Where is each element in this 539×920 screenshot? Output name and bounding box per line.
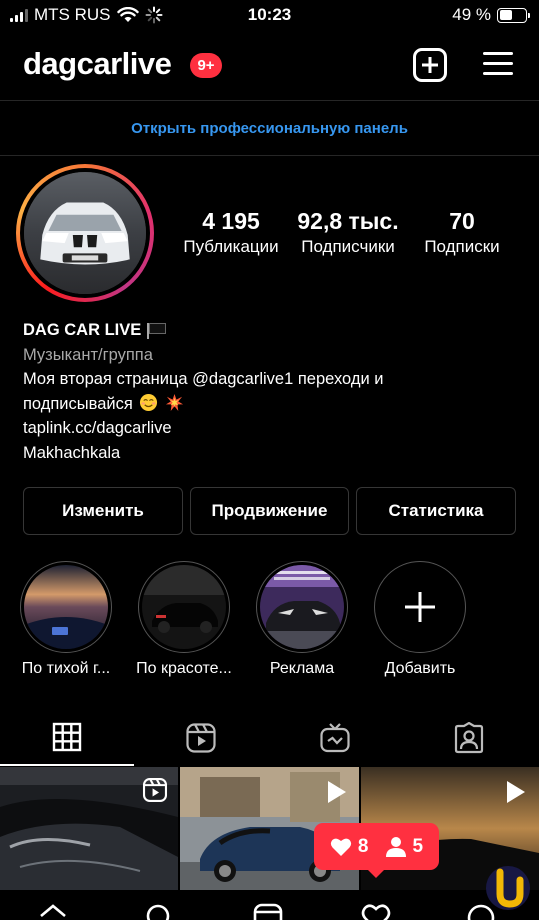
status-bar: MTS RUS 10:23 49 %: [0, 0, 539, 32]
highlight-label: По тихой г...: [21, 660, 111, 677]
highlight-label: По красоте...: [136, 660, 232, 677]
add-highlight-plus-icon: [374, 561, 466, 653]
bio-location[interactable]: Makhachkala: [23, 441, 523, 466]
add-highlight[interactable]: Добавить: [361, 561, 479, 678]
heart-icon: [330, 838, 352, 856]
person-icon: [385, 836, 406, 857]
bio-line-1: Моя вторая страница @dagcarlive1 переход…: [23, 370, 384, 388]
posts-count-value: 4 195: [202, 208, 260, 234]
likes-count: 8: [357, 835, 369, 857]
battery-percent: 49 %: [452, 5, 491, 24]
insights-button[interactable]: Статистика: [356, 487, 516, 535]
igtv-icon: [320, 723, 350, 753]
play-icon: [328, 781, 346, 803]
tab-tagged[interactable]: [402, 710, 536, 766]
grid-icon: [52, 722, 82, 752]
professional-dashboard-label: Открыть профессиональную панель: [131, 119, 408, 137]
followers-count-value: 92,8 тыс.: [297, 208, 399, 234]
posts-count-label: Публикации: [183, 237, 279, 256]
posts-count[interactable]: 4 195 Публикации: [176, 208, 286, 257]
highlight-item[interactable]: По красоте...: [125, 561, 243, 678]
notification-badge[interactable]: 9+: [190, 53, 222, 78]
reels-icon: [142, 777, 168, 803]
black-flag-icon: [147, 323, 167, 340]
highlight-cover-image: [24, 565, 108, 649]
profile-avatar[interactable]: [16, 164, 154, 302]
bio-link[interactable]: taplink.cc/dagcarlive: [23, 416, 523, 441]
reels-icon: [186, 723, 216, 753]
profile-bio: DAG CAR LIVE Музыкант/группа Моя вторая …: [23, 318, 523, 465]
activity-popup[interactable]: 8 5: [314, 823, 439, 878]
promote-button[interactable]: Продвижение: [190, 487, 349, 535]
highlight-cover-image: [142, 565, 226, 649]
tab-igtv[interactable]: [268, 710, 402, 766]
home-icon[interactable]: [38, 903, 68, 920]
menu-button[interactable]: [483, 48, 517, 82]
display-name: DAG CAR LIVE: [23, 321, 142, 339]
professional-dashboard-link[interactable]: Открыть профессиональную панель: [0, 100, 539, 156]
edit-profile-button[interactable]: Изменить: [23, 487, 183, 535]
activity-heart-icon[interactable]: [361, 903, 391, 920]
following-count[interactable]: 70 Подписки: [410, 208, 514, 257]
highlight-label: Реклама: [269, 660, 335, 677]
following-count-label: Подписки: [424, 237, 500, 256]
reels-nav-icon[interactable]: [253, 903, 283, 920]
tagged-icon: [454, 722, 484, 754]
watermark-logo-icon: [486, 866, 530, 910]
create-post-button[interactable]: [413, 48, 447, 82]
following-count-value: 70: [449, 208, 475, 234]
play-icon: [507, 781, 525, 803]
tab-posts-grid[interactable]: [0, 710, 134, 766]
new-followers-count: 5: [412, 835, 424, 857]
profile-category: Музыкант/группа: [23, 345, 153, 364]
bio-line-2-row: подписывайся: [23, 392, 523, 417]
bio-line-2: подписывайся: [23, 394, 133, 413]
tab-reels[interactable]: [134, 710, 268, 766]
add-highlight-label: Добавить: [384, 660, 456, 677]
collision-icon: [165, 393, 184, 411]
highlight-item[interactable]: Реклама: [243, 561, 361, 678]
profile-tabs: [0, 710, 539, 766]
profile-header: dagcarlive 9+: [0, 40, 539, 94]
posts-grid: [0, 767, 539, 890]
username-switcher[interactable]: dagcarlive: [23, 46, 172, 82]
avatar-car-image: [24, 172, 146, 294]
followers-count[interactable]: 92,8 тыс. Подписчики: [290, 208, 406, 257]
followers-count-label: Подписчики: [301, 237, 395, 256]
bottom-navigation: [0, 895, 539, 920]
highlight-cover-image: [260, 565, 344, 649]
post-thumbnail[interactable]: [0, 767, 178, 890]
battery-icon: [497, 7, 530, 23]
search-icon[interactable]: [145, 903, 175, 920]
highlight-item[interactable]: По тихой г...: [7, 561, 125, 678]
relieved-face-icon: [140, 393, 158, 411]
display-name-row: DAG CAR LIVE: [23, 318, 523, 343]
